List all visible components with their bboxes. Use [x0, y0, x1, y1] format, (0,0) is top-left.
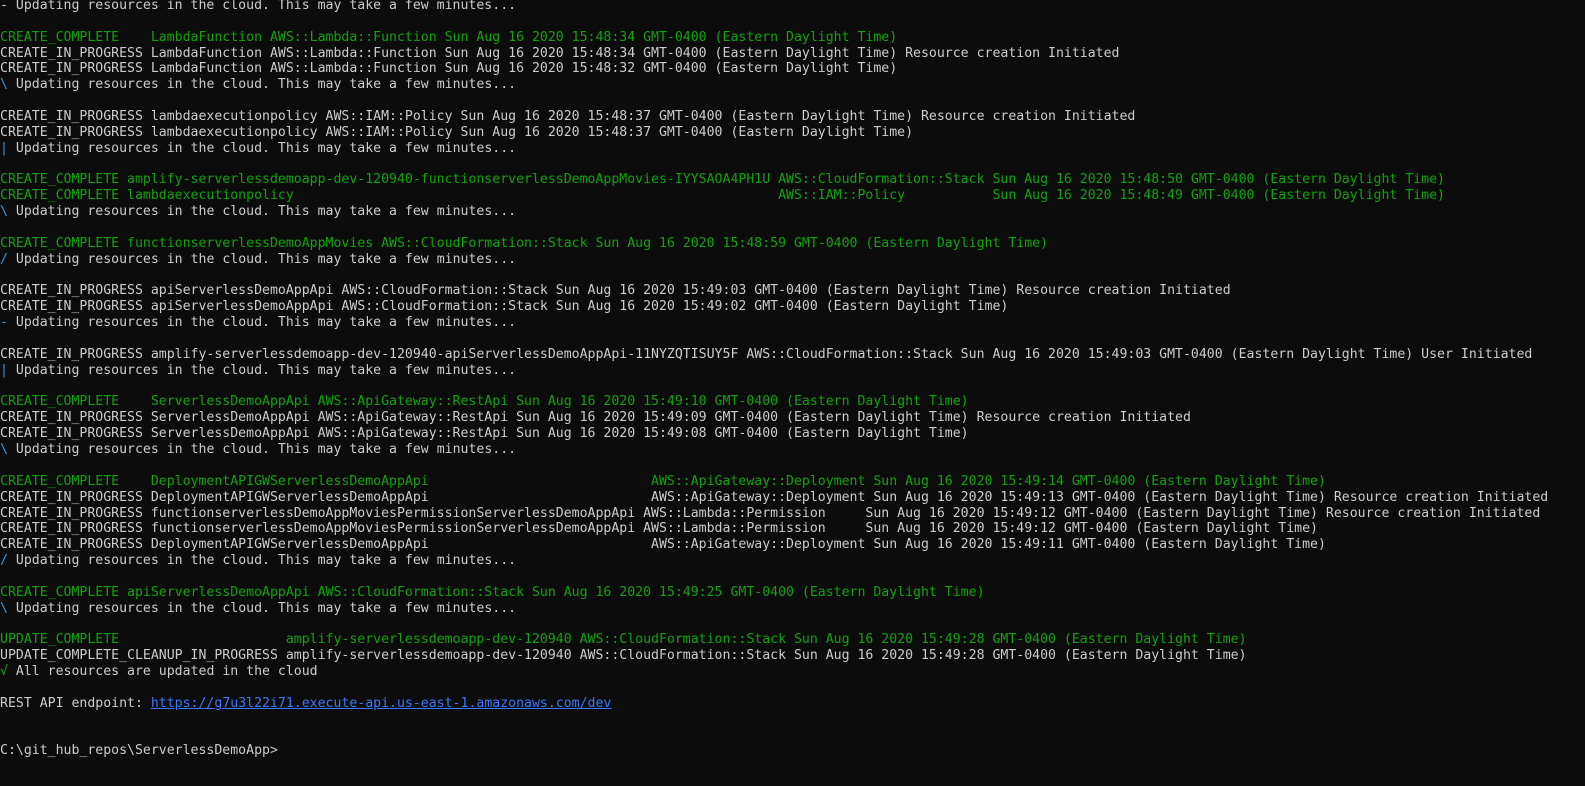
terminal-text: CREATE_IN_PROGRESS functionserverlessDem…: [0, 521, 1318, 537]
terminal-text: CREATE_IN_PROGRESS functionserverlessDem…: [0, 505, 1541, 521]
terminal-text: CREATE_IN_PROGRESS LambdaFunction AWS::L…: [0, 45, 1120, 61]
terminal-line: - Updating resources in the cloud. This …: [0, 315, 1548, 331]
terminal-line: CREATE_IN_PROGRESS ServerlessDemoAppApi …: [0, 426, 1548, 442]
terminal-text: Updating resources in the cloud. This ma…: [7, 553, 517, 569]
terminal-line: CREATE_IN_PROGRESS ServerlessDemoAppApi …: [0, 410, 1548, 426]
terminal-line: CREATE_COMPLETE functionserverlessDemoAp…: [0, 236, 1548, 252]
terminal-line: CREATE_COMPLETE amplify-serverlessdemoap…: [0, 172, 1548, 188]
terminal-line: CREATE_IN_PROGRESS apiServerlessDemoAppA…: [0, 283, 1548, 299]
spinner-glyph: \: [0, 204, 8, 220]
terminal-output: - Updating resources in the cloud. This …: [0, 0, 1548, 759]
checkmark-icon: √: [0, 664, 8, 680]
terminal-line: CREATE_COMPLETE ServerlessDemoAppApi AWS…: [0, 394, 1548, 410]
terminal-line: CREATE_IN_PROGRESS apiServerlessDemoAppA…: [0, 299, 1548, 315]
terminal-line: UPDATE_COMPLETE_CLEANUP_IN_PROGRESS ampl…: [0, 648, 1548, 664]
spinner-glyph: |: [0, 362, 8, 378]
spinner-glyph: /: [0, 553, 8, 569]
terminal-text: CREATE_IN_PROGRESS LambdaFunction AWS::L…: [0, 61, 898, 77]
terminal-text: UPDATE_COMPLETE amplify-serverlessdemoap…: [0, 632, 1247, 648]
terminal-line: \ Updating resources in the cloud. This …: [0, 77, 1548, 93]
terminal-text: CREATE_COMPLETE apiServerlessDemoAppApi …: [0, 584, 985, 600]
terminal-line: \ Updating resources in the cloud. This …: [0, 442, 1548, 458]
terminal-line: CREATE_IN_PROGRESS LambdaFunction AWS::L…: [0, 61, 1548, 77]
spinner-glyph: |: [0, 140, 8, 156]
terminal-line: CREATE_COMPLETE lambdaexecutionpolicy AW…: [0, 188, 1548, 204]
terminal-line: \ Updating resources in the cloud. This …: [0, 204, 1548, 220]
terminal-line: CREATE_IN_PROGRESS DeploymentAPIGWServer…: [0, 490, 1548, 506]
terminal-line: CREATE_IN_PROGRESS DeploymentAPIGWServer…: [0, 537, 1548, 553]
terminal-text: CREATE_IN_PROGRESS ServerlessDemoAppApi …: [0, 410, 1191, 426]
terminal-text: Updating resources in the cloud. This ma…: [7, 140, 517, 156]
terminal-line: REST API endpoint: https://g7u3l22i71.ex…: [0, 696, 1548, 712]
terminal-text: CREATE_COMPLETE LambdaFunction AWS::Lamb…: [0, 29, 898, 45]
terminal-text: All resources are updated in the cloud: [7, 664, 318, 680]
terminal-line: CREATE_IN_PROGRESS LambdaFunction AWS::L…: [0, 46, 1548, 62]
terminal-line: CREATE_COMPLETE LambdaFunction AWS::Lamb…: [0, 30, 1548, 46]
terminal-line: / Updating resources in the cloud. This …: [0, 252, 1548, 268]
terminal-text: CREATE_IN_PROGRESS apiServerlessDemoAppA…: [0, 299, 1009, 315]
terminal-text: Updating resources in the cloud. This ma…: [7, 204, 517, 220]
terminal-line: CREATE_IN_PROGRESS functionserverlessDem…: [0, 521, 1548, 537]
terminal-text: UPDATE_COMPLETE_CLEANUP_IN_PROGRESS ampl…: [0, 648, 1247, 664]
terminal-text: CREATE_COMPLETE ServerlessDemoAppApi AWS…: [0, 394, 969, 410]
terminal-text: CREATE_COMPLETE amplify-serverlessdemoap…: [0, 172, 1445, 188]
terminal-line: CREATE_IN_PROGRESS amplify-serverlessdem…: [0, 347, 1548, 363]
terminal-text: CREATE_COMPLETE functionserverlessDemoAp…: [0, 235, 1049, 251]
terminal-text: Updating resources in the cloud. This ma…: [7, 362, 517, 378]
spinner-glyph: \: [0, 442, 8, 458]
terminal-text: CREATE_IN_PROGRESS DeploymentAPIGWServer…: [0, 537, 1326, 553]
terminal-line: - Updating resources in the cloud. This …: [0, 0, 1548, 14]
terminal-line: | Updating resources in the cloud. This …: [0, 363, 1548, 379]
terminal-text: CREATE_COMPLETE lambdaexecutionpolicy AW…: [0, 188, 1445, 204]
terminal-line: √ All resources are updated in the cloud: [0, 664, 1548, 680]
terminal-text: Updating resources in the cloud. This ma…: [7, 77, 517, 93]
terminal-text: CREATE_IN_PROGRESS apiServerlessDemoAppA…: [0, 283, 1231, 299]
terminal-text: Updating resources in the cloud. This ma…: [7, 315, 517, 331]
terminal-line: CREATE_IN_PROGRESS functionserverlessDem…: [0, 506, 1548, 522]
terminal-text: CREATE_IN_PROGRESS amplify-serverlessdem…: [0, 346, 1533, 362]
terminal-text: CREATE_IN_PROGRESS DeploymentAPIGWServer…: [0, 489, 1549, 505]
terminal-line: / Updating resources in the cloud. This …: [0, 553, 1548, 569]
terminal-line: CREATE_IN_PROGRESS lambdaexecutionpolicy…: [0, 109, 1548, 125]
terminal-text: CREATE_IN_PROGRESS lambdaexecutionpolicy…: [0, 109, 1136, 125]
terminal-line: CREATE_COMPLETE DeploymentAPIGWServerles…: [0, 474, 1548, 490]
terminal-text: Updating resources in the cloud. This ma…: [7, 442, 517, 458]
terminal-text: Updating resources in the cloud. This ma…: [7, 600, 517, 616]
spinner-glyph: -: [0, 315, 8, 331]
terminal-line: \ Updating resources in the cloud. This …: [0, 601, 1548, 617]
terminal-line: UPDATE_COMPLETE amplify-serverlessdemoap…: [0, 632, 1548, 648]
terminal-text: REST API endpoint:: [0, 695, 151, 711]
spinner-glyph: /: [0, 251, 8, 267]
terminal-text: - Updating resources in the cloud. This …: [0, 0, 517, 13]
spinner-glyph: \: [0, 600, 8, 616]
terminal-line: | Updating resources in the cloud. This …: [0, 141, 1548, 157]
rest-api-endpoint-link[interactable]: https://g7u3l22i71.execute-api.us-east-1…: [151, 696, 612, 711]
terminal-line: C:\git_hub_repos\ServerlessDemoApp>: [0, 743, 1548, 759]
terminal-text: CREATE_IN_PROGRESS ServerlessDemoAppApi …: [0, 426, 969, 442]
terminal-line: CREATE_IN_PROGRESS lambdaexecutionpolicy…: [0, 125, 1548, 141]
terminal-line: CREATE_COMPLETE apiServerlessDemoAppApi …: [0, 585, 1548, 601]
spinner-glyph: \: [0, 77, 8, 93]
terminal-text: CREATE_COMPLETE DeploymentAPIGWServerles…: [0, 473, 1326, 489]
terminal-text: CREATE_IN_PROGRESS lambdaexecutionpolicy…: [0, 124, 914, 140]
terminal-window[interactable]: - Updating resources in the cloud. This …: [0, 0, 1585, 786]
terminal-text: C:\git_hub_repos\ServerlessDemoApp>: [0, 743, 278, 759]
terminal-text: Updating resources in the cloud. This ma…: [7, 251, 517, 267]
